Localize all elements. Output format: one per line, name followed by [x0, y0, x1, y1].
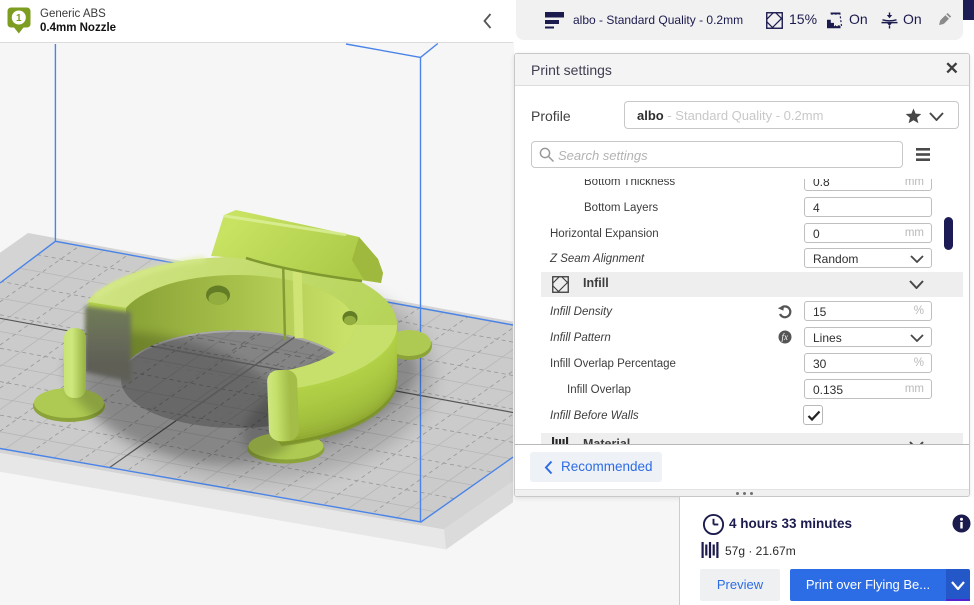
svg-text:fx: fx: [782, 332, 789, 342]
svg-text:1: 1: [16, 13, 22, 24]
